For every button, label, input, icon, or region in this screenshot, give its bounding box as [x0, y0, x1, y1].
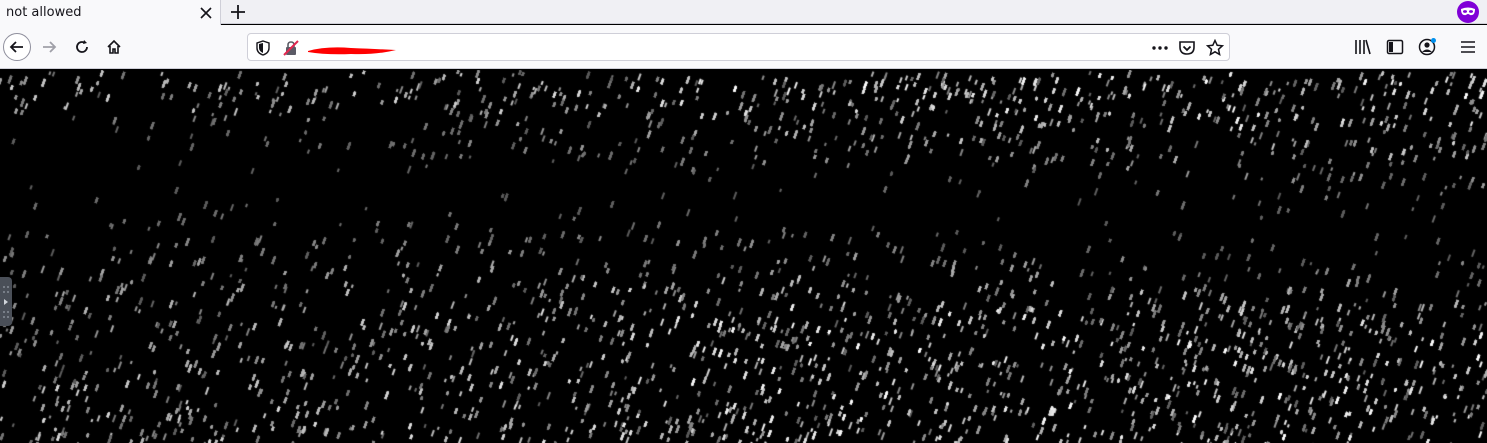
pocket-icon[interactable]: [1178, 39, 1196, 57]
library-icon[interactable]: [1354, 38, 1372, 56]
back-arrow-icon[interactable]: [3, 33, 31, 61]
sidebar-icon[interactable]: [1386, 38, 1404, 56]
hamburger-menu-icon[interactable]: [1459, 38, 1477, 56]
tab-active[interactable]: not allowed: [0, 0, 221, 25]
browser-window: not allowed: [0, 0, 1487, 443]
close-icon[interactable]: [198, 5, 214, 21]
url-text-redacted: [306, 41, 398, 55]
tab-strip: not allowed: [0, 0, 1487, 25]
tab-title: not allowed: [6, 5, 82, 20]
url-bar[interactable]: [247, 33, 1230, 61]
reload-icon[interactable]: [68, 33, 96, 61]
sidebar-collapse-handle[interactable]: [0, 277, 12, 326]
navigation-toolbar: [0, 25, 1487, 69]
tracking-protection-shield-icon[interactable]: [255, 40, 271, 56]
insecure-lock-icon[interactable]: [283, 40, 299, 56]
bookmark-star-icon[interactable]: [1205, 38, 1225, 57]
account-icon[interactable]: [1418, 38, 1436, 56]
home-icon[interactable]: [100, 33, 128, 61]
plus-icon[interactable]: [228, 2, 248, 22]
private-browsing-mask-icon: [1457, 1, 1479, 23]
forward-arrow-icon[interactable]: [35, 33, 63, 61]
page-actions-ellipsis-icon[interactable]: [1151, 39, 1169, 57]
page-content: [0, 70, 1487, 443]
dark-noise-image: [0, 70, 1487, 443]
